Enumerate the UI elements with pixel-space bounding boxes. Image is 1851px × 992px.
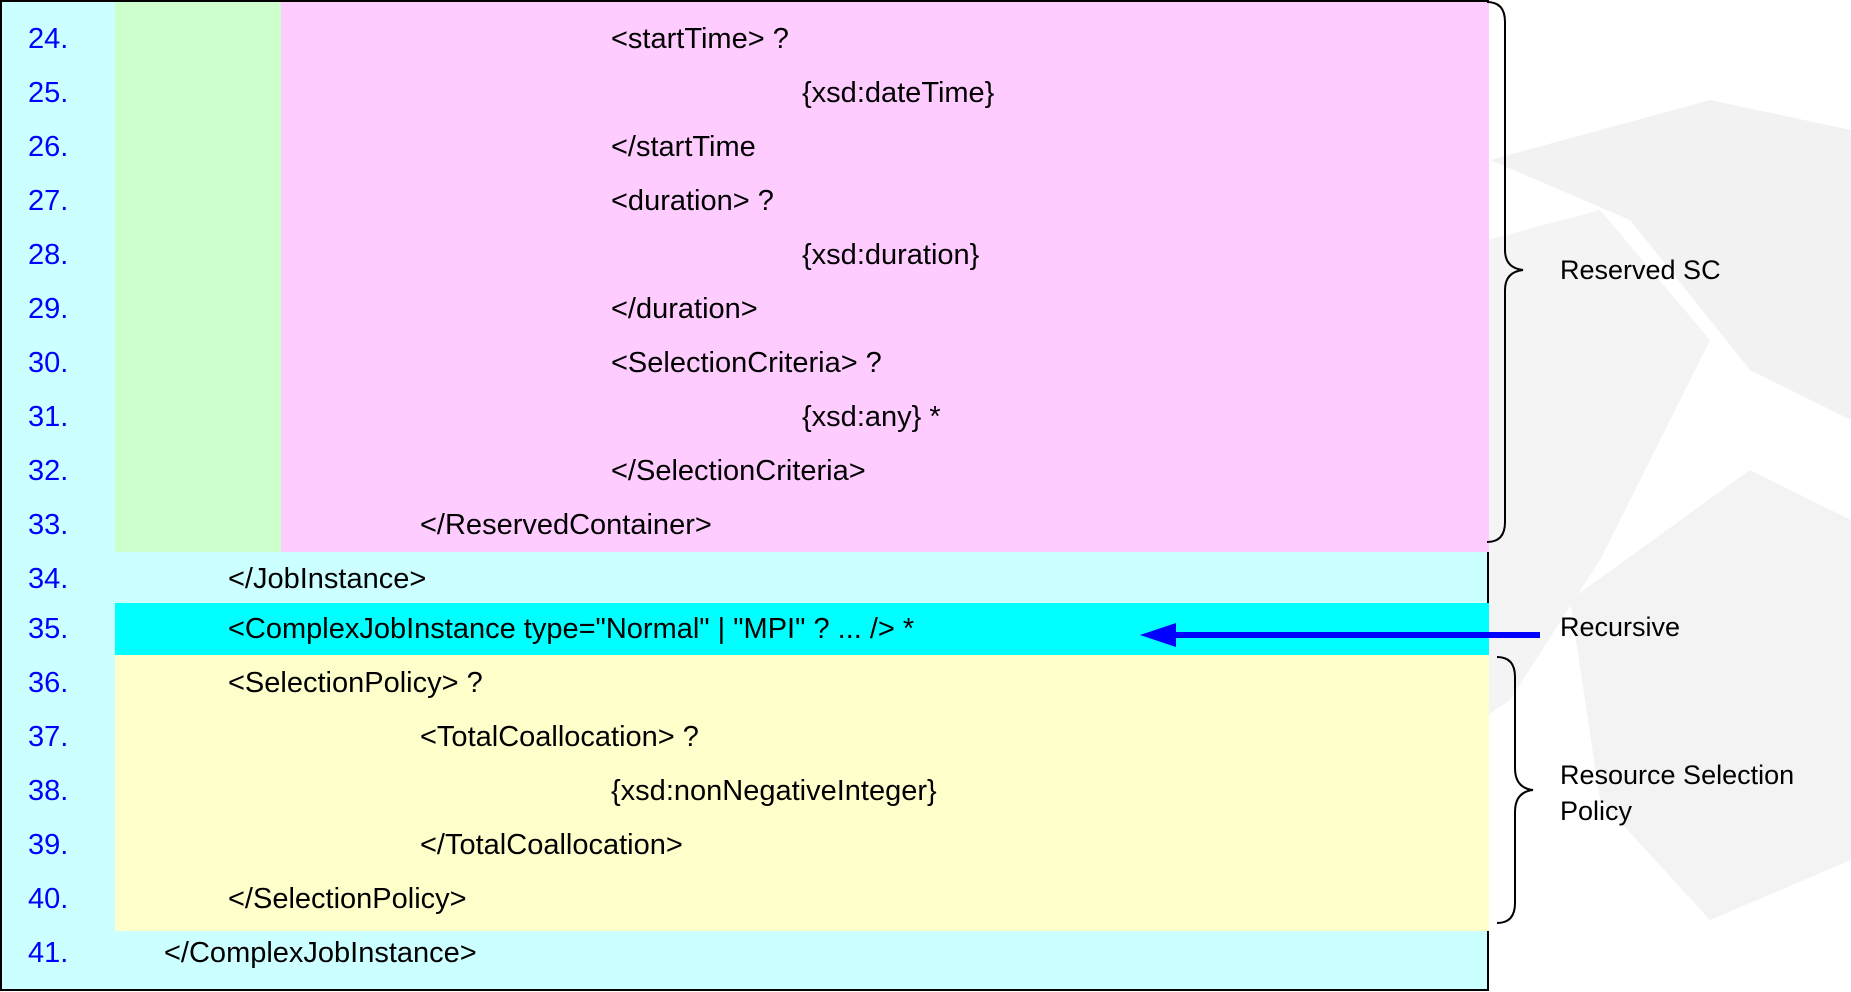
line-number: 24. [28, 23, 69, 55]
reserved-sc-label: Reserved SC [1560, 255, 1721, 285]
line-number: 29. [28, 293, 69, 325]
line-number: 32. [28, 455, 69, 487]
line-number: 40. [28, 883, 69, 915]
code-line: <duration> ? [611, 185, 774, 217]
code-line: </ReservedContainer> [420, 509, 712, 541]
line-number: 39. [28, 829, 69, 861]
code-line: <TotalCoallocation> ? [420, 721, 699, 753]
code-line: <ComplexJobInstance type="Normal" | "MPI… [228, 613, 915, 645]
reserved-sc-brace [1486, 1, 1524, 543]
recursive-arrow [1140, 623, 1540, 647]
line-number: 38. [28, 775, 69, 807]
code-line: </ComplexJobInstance> [164, 937, 477, 969]
code-line: </JobInstance> [228, 563, 427, 595]
code-line: {xsd:duration} [802, 239, 980, 271]
line-number: 30. [28, 347, 69, 379]
code-line: </TotalCoallocation> [420, 829, 683, 861]
code-line: </startTime [611, 131, 756, 163]
line-number: 35. [28, 613, 69, 645]
code-line: {xsd:dateTime} [802, 77, 995, 109]
code-line: </SelectionCriteria> [611, 455, 866, 487]
line-number: 28. [28, 239, 69, 271]
code-listing-panel: 24. 25. 26. 27. 28. 29. 30. 31. 32. 33. … [0, 0, 1489, 991]
code-line: {xsd:any} * [802, 401, 941, 433]
line-number: 33. [28, 509, 69, 541]
line-number: 27. [28, 185, 69, 217]
line-number: 26. [28, 131, 69, 163]
code-line: <SelectionPolicy> ? [228, 667, 483, 699]
resource-selection-label-line1: Resource Selection [1560, 760, 1795, 790]
resource-selection-brace [1496, 656, 1534, 924]
line-number: 34. [28, 563, 69, 595]
code-line: <SelectionCriteria> ? [611, 347, 882, 379]
code-line: </duration> [611, 293, 758, 325]
line-number: 25. [28, 77, 69, 109]
resource-selection-label-line2: Policy [1560, 796, 1633, 826]
line-number: 31. [28, 401, 69, 433]
line-number: 37. [28, 721, 69, 753]
code-line: {xsd:nonNegativeInteger} [611, 775, 937, 807]
line-number: 36. [28, 667, 69, 699]
recursive-label: Recursive [1560, 612, 1681, 642]
code-line: </SelectionPolicy> [228, 883, 467, 915]
code-line: <startTime> ? [611, 23, 789, 55]
line-number: 41. [28, 937, 69, 969]
